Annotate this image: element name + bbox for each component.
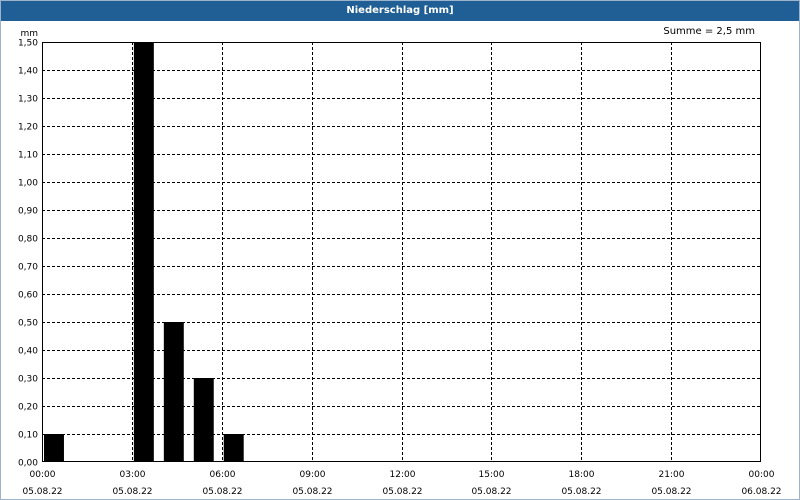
x-tick-date: 05.08.22 xyxy=(112,487,152,497)
x-tick-time: 18:00 xyxy=(569,470,595,480)
y-tick-label: 1,50 xyxy=(18,39,38,49)
y-tick-label: 0,70 xyxy=(18,263,38,273)
x-tick-date: 06.08.22 xyxy=(741,487,781,497)
y-tick-label: 0,30 xyxy=(18,375,38,385)
y-tick-label: 1,10 xyxy=(18,151,38,161)
y-tick-label: 1,00 xyxy=(18,179,38,189)
y-tick-label: 1,40 xyxy=(18,67,38,77)
y-tick-label: 1,20 xyxy=(18,123,38,133)
x-tick-time: 00:00 xyxy=(749,470,775,480)
y-tick-label: 0,20 xyxy=(18,403,38,413)
x-tick-time: 03:00 xyxy=(120,470,146,480)
x-tick-date: 05.08.22 xyxy=(651,487,691,497)
x-tick-date: 05.08.22 xyxy=(561,487,601,497)
y-tick-label: 0,90 xyxy=(18,207,38,217)
x-tick-time: 21:00 xyxy=(659,470,685,480)
x-tick-date: 05.08.22 xyxy=(471,487,511,497)
x-tick-time: 06:00 xyxy=(210,470,236,480)
y-tick-label: 0,80 xyxy=(18,235,38,245)
precipitation-bar xyxy=(44,434,64,462)
chart-window: Niederschlag [mm] Summe = 2,5 mm 0,00 0,1… xyxy=(0,0,800,500)
y-tick-label: 0,50 xyxy=(18,319,38,329)
precipitation-bar xyxy=(193,378,214,462)
x-tick-time: 09:00 xyxy=(300,470,326,480)
x-tick-date: 05.08.22 xyxy=(202,487,242,497)
precipitation-bar xyxy=(133,42,154,462)
x-tick-date: 05.08.22 xyxy=(382,487,422,497)
x-tick-date: 05.08.22 xyxy=(22,487,62,497)
y-tick-label: 1,30 xyxy=(18,95,38,105)
y-tick-label: 0,00 xyxy=(18,459,38,469)
x-tick-time: 15:00 xyxy=(479,470,505,480)
y-tick-label: 0,40 xyxy=(18,347,38,357)
y-tick-label: 0,60 xyxy=(18,291,38,301)
precipitation-chart: 0,00 0,10 0,20 0,30 0,40 0,50 0,60 0,70 0,80 0,90… xyxy=(18,29,782,497)
y-axis-label: mm xyxy=(20,29,38,39)
x-tick-time: 12:00 xyxy=(390,470,416,480)
x-tick-date: 05.08.22 xyxy=(292,487,332,497)
y-tick-label: 0,10 xyxy=(18,431,38,441)
precipitation-bar xyxy=(223,434,244,462)
precipitation-bar xyxy=(163,322,184,462)
x-tick-time: 00:00 xyxy=(30,470,56,480)
